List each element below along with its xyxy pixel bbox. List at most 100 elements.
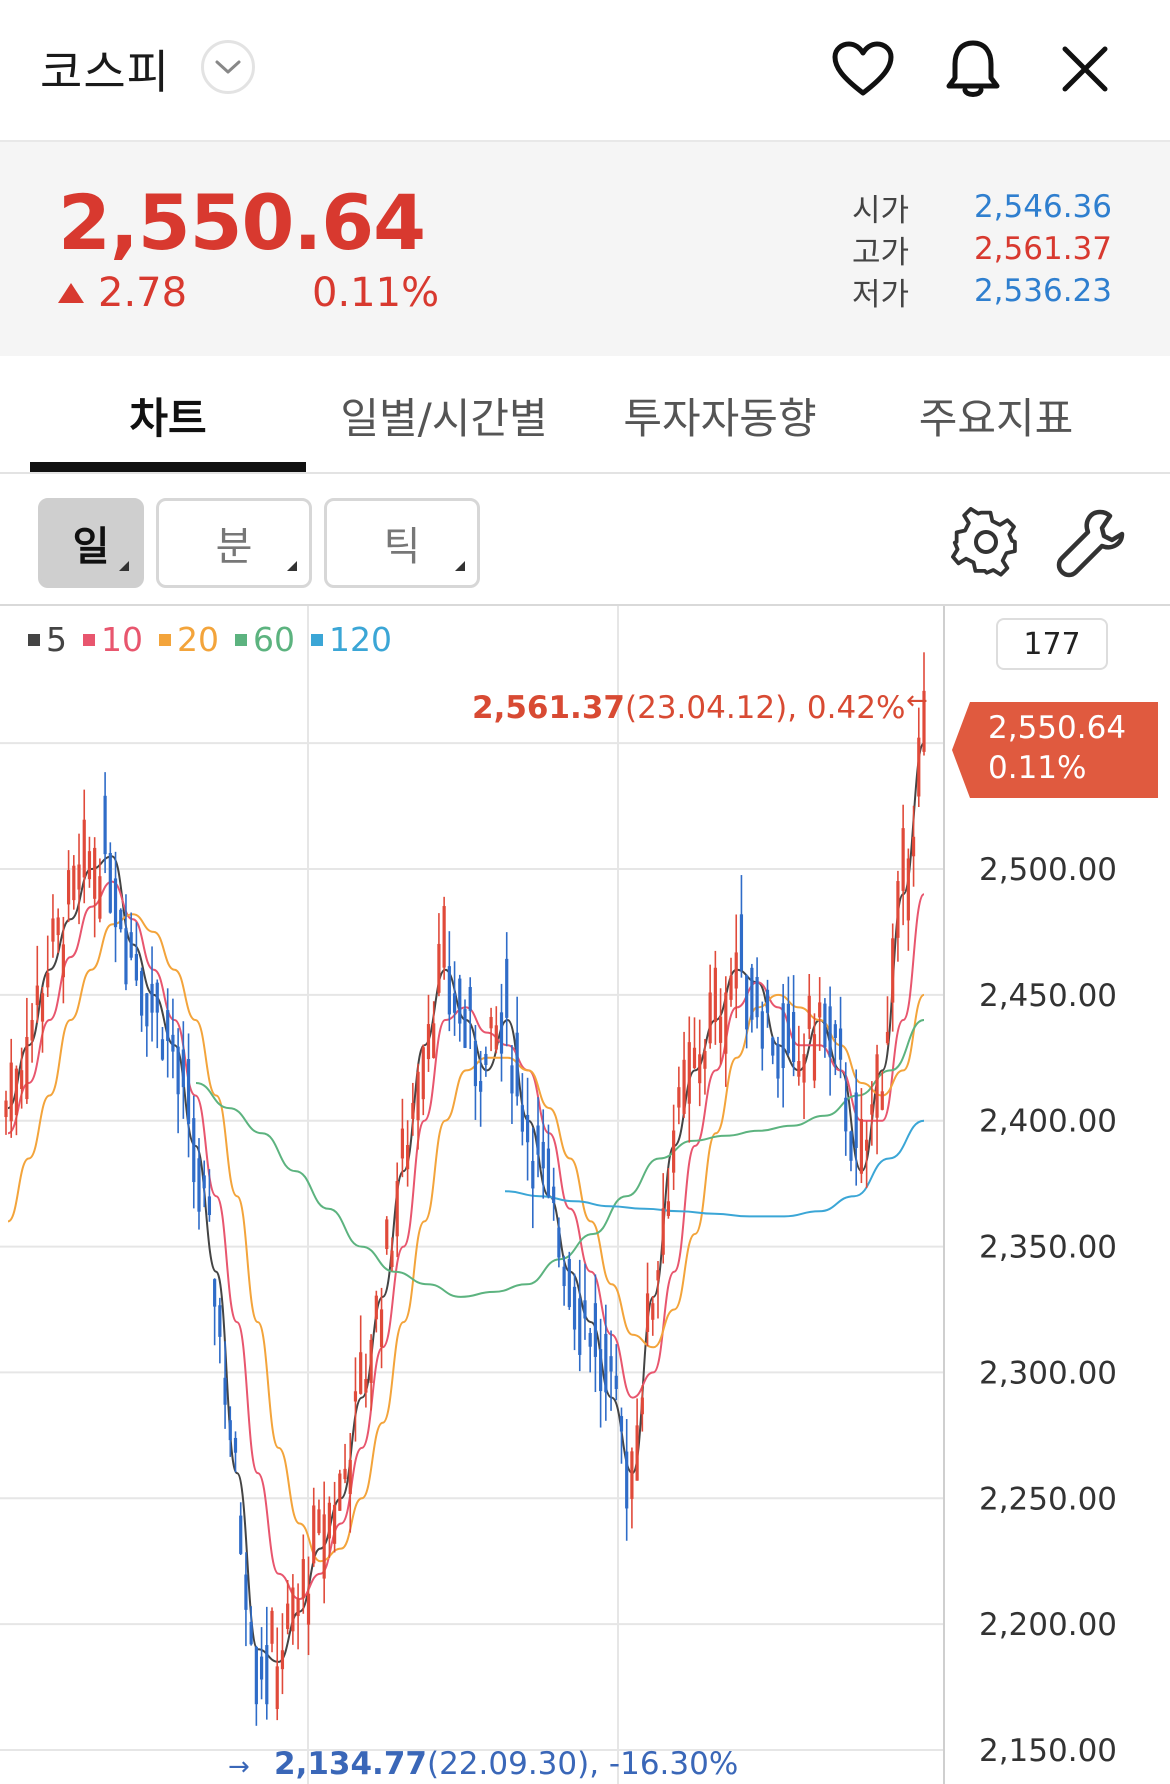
candle-count-box[interactable]: 177 [996,618,1108,670]
legend-item: 10 [83,620,143,659]
candle [134,922,138,987]
ohl-row-low: 저가 2,536.23 [852,270,1112,313]
candle [145,992,149,1057]
legend-label: 5 [46,620,67,659]
candle [880,1070,884,1111]
candle [452,961,457,1036]
chart-area[interactable]: 2,500.00 2,450.00 2,400.00 2,350.00 2,300.00… [0,604,1170,1784]
legend-swatch [311,633,323,646]
tab-investor-trend[interactable]: 투자자동향 [582,356,858,474]
close-icon [1062,46,1108,92]
candle [160,1026,165,1061]
ohl-value: 2,536.23 [973,273,1112,309]
candle [359,1315,363,1395]
tab-bar: 차트 일별/시간별 투자자동향 주요지표 [0,356,1170,474]
alert-button[interactable] [940,36,1006,102]
candle [338,1469,342,1511]
candle [792,975,796,1077]
candle [213,1278,217,1346]
tab-chart[interactable]: 차트 [30,356,306,474]
period-minute-button[interactable]: 분 [156,498,312,588]
candle [677,1066,681,1125]
candle [661,1173,665,1264]
candle [468,977,472,1050]
ma-line-10 [7,880,925,1601]
left-arrow-icon: ← [906,686,928,716]
period-day-button[interactable]: 일 [38,498,144,588]
candle [593,1274,597,1393]
legend-swatch [28,633,40,646]
y-axis-tick-label: 2,450.00 [979,978,1117,1014]
chart-settings-button[interactable] [948,504,1024,580]
candle [525,1077,530,1181]
candle [317,1499,321,1536]
tab-key-indicators[interactable]: 주요지표 [858,356,1134,474]
price-tag-text: 2,550.64 0.11% [988,708,1126,788]
title-dropdown-button[interactable] [201,40,255,94]
candle [786,976,790,1056]
candle [588,1327,592,1373]
candle [625,1419,629,1541]
candle [61,916,65,1004]
high-marker-detail: (23.04.12), 0.42% [624,690,906,726]
price-change: 2.78 [58,270,187,316]
candle [270,1607,274,1653]
candle [854,1069,858,1186]
favorite-button[interactable] [830,36,896,102]
close-button[interactable] [1052,36,1118,102]
candle [531,1127,535,1229]
candle [505,932,509,1047]
low-marker-detail: (22.09.30), -16.30% [426,1746,739,1782]
ohl-value: 2,561.37 [973,231,1112,267]
candle [672,1104,676,1190]
tab-daily-hourly[interactable]: 일별/시간별 [306,356,582,474]
candle [885,996,890,1046]
candle [66,850,71,923]
ohl-row-open: 시가 2,546.36 [852,186,1112,229]
candle [859,1088,864,1184]
legend-item: 60 [235,620,295,659]
candle [25,997,29,1104]
corner-triangle-icon [455,561,465,571]
ohl-value: 2,546.36 [973,189,1112,225]
period-tick-button[interactable]: 틱 [324,498,480,588]
candle [218,1297,222,1364]
candle [171,998,175,1079]
candle [692,1017,697,1070]
candle [583,1263,587,1340]
candle [192,1095,196,1209]
candle [718,988,723,1065]
legend-swatch [83,633,95,646]
candle [72,855,76,910]
moving-averages [7,742,925,1663]
high-marker-value: 2,561.37 [472,690,625,726]
candle [30,1003,34,1063]
candle [901,804,905,926]
ma-line-5 [7,742,925,1663]
chart-tools-button[interactable] [1052,504,1128,580]
legend-item: 120 [311,620,392,659]
y-axis-tick-label: 2,250.00 [979,1481,1117,1517]
legend-label: 10 [101,620,143,659]
ma-legend: 5 10 20 60 120 [28,620,408,659]
candle [828,986,832,1096]
legend-swatch [235,633,247,646]
candle [400,1098,405,1178]
high-marker-label: 2,561.37(23.04.12), 0.42% [472,690,905,726]
candle [849,1130,853,1172]
bell-icon [946,40,1000,97]
candle [494,1006,498,1054]
candle [682,1031,686,1118]
y-axis-tick-label: 2,300.00 [979,1355,1117,1391]
candle [108,842,112,914]
ohl-label: 시가 [852,192,910,229]
right-arrow-icon: → [228,1752,250,1782]
candle [734,914,738,1019]
candle [599,1318,603,1428]
candle [322,1481,326,1604]
candle [771,1036,775,1065]
chart-toolbar: 일 분 틱 [0,474,1170,604]
price-change-percent: 0.11% [312,270,440,316]
candle [280,1613,285,1695]
gear-icon [951,507,1017,577]
